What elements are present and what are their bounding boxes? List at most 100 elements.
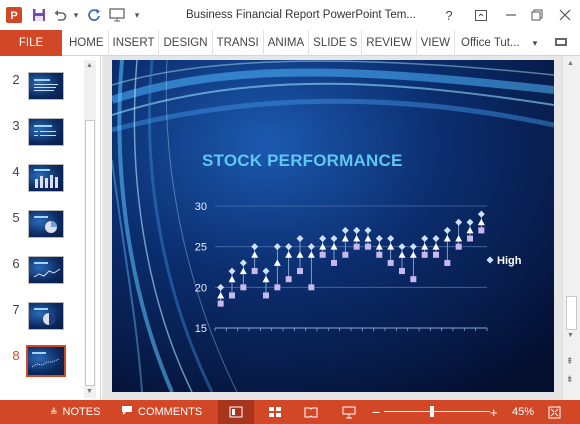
mid-point <box>477 218 485 226</box>
mid-point <box>217 291 225 299</box>
low-point <box>331 259 337 266</box>
fit-to-window-icon <box>548 406 561 418</box>
scroll-down-icon[interactable]: ▼ <box>567 332 574 339</box>
slide-preview <box>28 118 64 146</box>
stock-chart[interactable]: 30 25 20 15 High <box>112 60 554 392</box>
high-point <box>239 259 247 267</box>
reading-view-button[interactable] <box>298 400 324 424</box>
zoom-in-icon[interactable]: + <box>490 400 498 424</box>
slide-thumbnail-8[interactable]: 8 <box>0 345 84 384</box>
slide-sorter-button[interactable] <box>262 400 288 424</box>
tab-animations[interactable]: ANIMA <box>264 29 310 56</box>
low-point <box>251 268 258 275</box>
high-point <box>341 226 349 234</box>
scroll-down-icon[interactable]: ▼ <box>86 388 93 395</box>
slide-preview <box>28 256 64 284</box>
customize-toolbar-icon[interactable]: ▾ <box>128 0 146 30</box>
low-point <box>240 284 247 291</box>
slide-preview <box>28 210 64 238</box>
zoom-slider-track <box>384 411 490 412</box>
low-point <box>217 300 224 307</box>
slide-canvas[interactable]: STOCK PERFORMANCE 30 25 20 15 High <box>112 60 554 392</box>
mid-point <box>466 226 474 234</box>
ribbon-display-options-icon[interactable] <box>466 0 496 30</box>
zoom-slider[interactable] <box>384 400 490 424</box>
high-point <box>330 235 338 243</box>
high-point <box>477 210 485 218</box>
svg-text:P: P <box>10 10 17 22</box>
tab-review[interactable]: REVIEW <box>362 29 417 56</box>
slide-editor: STOCK PERFORMANCE 30 25 20 15 High <box>102 56 562 400</box>
scrollbar-thumb[interactable] <box>566 296 577 330</box>
slide-thumbnail-3[interactable]: 3 <box>0 118 84 154</box>
zoom-out-icon[interactable]: − <box>372 400 380 424</box>
slide-thumbnail-4[interactable]: 4 <box>0 164 84 200</box>
slideshow-button[interactable] <box>336 400 362 424</box>
mid-point <box>228 275 236 283</box>
tab-insert[interactable]: INSERT <box>109 29 160 56</box>
low-point <box>410 276 417 283</box>
low-point <box>285 276 292 283</box>
comments-button[interactable]: COMMENTS <box>121 400 202 424</box>
high-point <box>273 243 281 251</box>
undo-icon[interactable] <box>50 0 70 30</box>
normal-view-button[interactable] <box>218 400 254 424</box>
slide-editor-scrollbar[interactable]: ▲ ▼ ⇞ ⇟ <box>562 56 580 400</box>
save-icon[interactable] <box>28 0 50 30</box>
undo-dropdown-icon[interactable]: ▾ <box>70 0 82 30</box>
slide-thumbnail-2[interactable]: 2 <box>0 72 84 108</box>
slide-thumbnail-7[interactable]: 7 <box>0 302 84 338</box>
help-icon[interactable]: ? <box>434 0 464 30</box>
tab-home[interactable]: HOME <box>62 29 109 56</box>
powerpoint-logo-icon[interactable]: P <box>0 0 28 30</box>
close-icon[interactable] <box>550 0 580 30</box>
slide-number: 5 <box>12 210 20 225</box>
account-dropdown-icon[interactable]: ▾ <box>528 30 542 56</box>
high-point <box>353 226 361 234</box>
restore-icon[interactable] <box>522 0 552 30</box>
high-point <box>262 267 270 275</box>
notes-label: NOTES <box>62 406 101 418</box>
previous-slide-icon[interactable]: ⇞ <box>566 356 574 367</box>
low-point <box>365 243 371 250</box>
normal-view-icon <box>229 406 243 418</box>
high-point <box>421 235 429 243</box>
zoom-level[interactable]: 45% <box>512 400 534 424</box>
slide-sorter-icon <box>269 407 281 417</box>
notes-button[interactable]: ≜ NOTES <box>50 400 100 424</box>
scroll-up-icon[interactable]: ▲ <box>567 60 574 67</box>
tab-view[interactable]: VIEW <box>417 29 456 56</box>
zoom-slider-thumb[interactable] <box>429 406 434 417</box>
mid-point <box>353 235 361 242</box>
tab-file[interactable]: FILE <box>0 29 62 56</box>
high-point <box>466 218 474 226</box>
slide-thumbnail-5[interactable]: 5 <box>0 210 84 246</box>
slide-number: 7 <box>12 302 20 317</box>
legend-label-high: High <box>497 255 522 267</box>
account-name[interactable]: Office Tut... <box>461 30 520 56</box>
mid-point <box>443 235 451 242</box>
slide-thumbnail-6[interactable]: 6 <box>0 256 84 292</box>
slides-panel-scrollbar[interactable]: ▲ ▼ <box>84 60 96 398</box>
tab-design[interactable]: DESIGN <box>159 29 213 56</box>
scroll-up-icon[interactable]: ▲ <box>86 62 93 69</box>
low-point <box>387 259 394 266</box>
redo-icon[interactable] <box>82 0 106 30</box>
start-slideshow-icon[interactable] <box>106 0 128 30</box>
collapse-ribbon-icon[interactable] <box>546 30 576 56</box>
next-slide-icon[interactable]: ⇟ <box>566 374 574 385</box>
low-point <box>376 251 383 258</box>
high-point <box>375 235 383 243</box>
low-point <box>229 292 235 299</box>
low-point <box>342 251 349 258</box>
low-point <box>444 259 451 266</box>
scrollbar-thumb[interactable] <box>85 120 95 386</box>
fit-to-window-button[interactable] <box>548 400 561 424</box>
low-point <box>308 284 315 291</box>
tab-transitions[interactable]: TRANSI <box>213 29 264 56</box>
tab-slide-show[interactable]: SLIDE S <box>309 29 363 56</box>
high-point <box>251 243 259 251</box>
high-point <box>228 267 236 275</box>
slide-preview <box>28 302 64 330</box>
slide-preview <box>28 164 64 192</box>
